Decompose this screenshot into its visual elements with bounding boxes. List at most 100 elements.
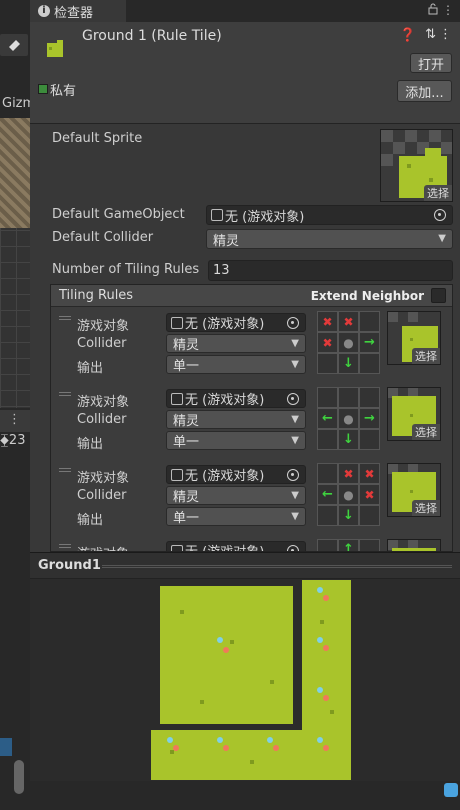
this-arrow-icon[interactable]: → — [359, 332, 380, 353]
tab-bar: i 检查器 ⋮ — [30, 0, 460, 22]
tiling-rule-2[interactable]: 游戏对象 无 (游戏对象) Collider 精灵 ▼ 输出 单一 ▼ ← ● → ↓ 选择 — [51, 385, 452, 461]
gameobject-icon — [171, 544, 183, 551]
not-this-icon[interactable]: ✖ — [338, 311, 359, 332]
default-collider-dropdown[interactable]: 精灵 ▼ — [206, 229, 453, 249]
eraser-icon — [9, 40, 20, 51]
help-icon[interactable]: ❓ — [400, 28, 416, 43]
not-this-icon[interactable]: ✖ — [317, 311, 338, 332]
scene-tilemap-texture — [0, 118, 30, 228]
neighbor-cell[interactable] — [317, 353, 338, 374]
rule-sprite-field[interactable] — [387, 539, 441, 551]
reorder-handle-icon[interactable] — [59, 468, 71, 472]
rule-collider-label: Collider — [77, 336, 127, 351]
rule-output-dropdown[interactable]: 单一 ▼ — [166, 355, 306, 374]
neighbor-cell[interactable] — [359, 539, 380, 551]
this-arrow-icon[interactable]: ↓ — [338, 429, 359, 450]
tab-menu-icon[interactable]: ⋮ — [442, 3, 454, 17]
rule-output-dropdown[interactable]: 单一 ▼ — [166, 431, 306, 450]
rule-sprite-field[interactable]: 选择 — [387, 463, 441, 517]
drag-handle[interactable] — [102, 565, 452, 568]
object-picker-icon[interactable] — [287, 469, 299, 481]
neighbor-rule-grid[interactable]: ↑ — [317, 539, 380, 551]
not-this-icon[interactable]: ✖ — [317, 332, 338, 353]
object-picker-icon[interactable] — [287, 545, 299, 551]
num-tiling-rules-input[interactable]: 13 — [208, 260, 453, 281]
preview-header[interactable]: Ground1 — [30, 553, 460, 579]
center-cell-icon[interactable]: ● — [338, 484, 359, 505]
not-this-icon[interactable]: ✖ — [338, 463, 359, 484]
neighbor-rule-grid[interactable]: ← ● → ↓ — [317, 387, 380, 450]
more-options-icon[interactable]: ⋮ — [8, 412, 21, 427]
rule-collider-dropdown[interactable]: 精灵 ▼ — [166, 334, 306, 353]
scene-tool-button[interactable] — [0, 34, 28, 56]
rule-collider-dropdown[interactable]: 精灵 ▼ — [166, 486, 306, 505]
object-picker-icon[interactable] — [287, 393, 299, 405]
rule-gameobject-field[interactable]: 无 (游戏对象) — [166, 313, 306, 332]
this-arrow-icon[interactable]: ↑ — [338, 539, 359, 551]
rule-gameobject-field[interactable]: 无 (游戏对象) — [166, 465, 306, 484]
scene-viewport[interactable] — [0, 118, 30, 408]
chevron-down-icon: ▼ — [438, 233, 446, 244]
extend-neighbor-checkbox[interactable] — [431, 288, 446, 303]
not-this-icon[interactable]: ✖ — [359, 484, 380, 505]
neighbor-cell[interactable] — [317, 539, 338, 551]
choose-sprite-button[interactable]: 选择 — [412, 424, 440, 440]
this-arrow-icon[interactable]: ↓ — [338, 353, 359, 374]
default-gameobject-field[interactable]: 无 (游戏对象) — [206, 205, 453, 225]
tiling-rules-panel: Tiling Rules Extend Neighbor 游戏对象无 (游戏对象… — [50, 284, 453, 552]
default-gameobject-label: Default GameObject — [52, 207, 185, 222]
neighbor-cell[interactable] — [359, 353, 380, 374]
neighbor-cell[interactable] — [317, 463, 338, 484]
neighbor-cell[interactable] — [317, 387, 338, 408]
this-arrow-icon[interactable]: → — [359, 408, 380, 429]
reorder-handle-icon[interactable] — [59, 544, 71, 548]
tiling-rule-4[interactable]: 游戏对象 无 (游戏对象) ↑ — [51, 537, 452, 551]
neighbor-rule-grid[interactable]: ✖ ✖ ✖ ● → ↓ — [317, 311, 380, 374]
this-arrow-icon[interactable]: ↓ — [338, 505, 359, 526]
choose-sprite-button[interactable]: 选择 — [412, 348, 440, 364]
center-cell-icon[interactable]: ● — [338, 332, 359, 353]
rule-collider-dropdown[interactable]: 精灵 ▼ — [166, 410, 306, 429]
rule-output-value: 单一 — [173, 511, 200, 526]
object-picker-icon[interactable] — [434, 209, 446, 221]
neighbor-cell[interactable] — [359, 311, 380, 332]
rule-output-dropdown[interactable]: 单一 ▼ — [166, 507, 306, 526]
neighbor-cell[interactable] — [317, 429, 338, 450]
choose-sprite-button[interactable]: 选择 — [412, 500, 440, 516]
tab-inspector[interactable]: i 检查器 — [30, 0, 126, 22]
rule-gameobject-field[interactable]: 无 (游戏对象) — [166, 541, 306, 551]
neighbor-cell[interactable] — [338, 387, 359, 408]
tiling-rule-1[interactable]: 游戏对象 无 (游戏对象) Collider 精灵 ▼ 输出 单一 ▼ ✖ ✖ ✖ ● → ↓ 选择 — [51, 309, 452, 385]
rule-sprite-field[interactable]: 选择 — [387, 311, 441, 365]
neighbor-cell[interactable] — [359, 505, 380, 526]
rule-tile-icon — [47, 40, 63, 57]
reorder-handle-icon[interactable] — [59, 392, 71, 396]
default-sprite-field[interactable]: 选择 — [380, 129, 453, 202]
preset-icon[interactable]: ⇅ — [425, 27, 436, 42]
rule-output-label: 输出 — [77, 437, 104, 452]
component-menu-icon[interactable]: ⋮ — [439, 27, 452, 42]
lock-icon[interactable] — [428, 3, 438, 18]
reorder-handle-icon[interactable] — [59, 316, 71, 320]
selected-row-highlight[interactable] — [0, 738, 12, 756]
choose-sprite-button[interactable]: 选择 — [424, 185, 452, 201]
neighbor-cell[interactable] — [317, 505, 338, 526]
private-checkbox[interactable] — [38, 84, 48, 94]
this-arrow-icon[interactable]: ← — [317, 484, 338, 505]
object-picker-icon[interactable] — [287, 317, 299, 329]
scene-view-strip: Gizm ⋮ ⧱23 — [0, 0, 30, 810]
scrollbar-handle[interactable] — [14, 760, 24, 794]
add-button[interactable]: 添加... — [397, 80, 452, 102]
open-button[interactable]: 打开 — [410, 53, 452, 73]
tiling-rule-3[interactable]: 游戏对象无 (游戏对象) Collider 精灵 ▼ 输出 单一 ▼ ✖ ✖ ← ● ✖ ↓ 选择 — [51, 461, 452, 537]
neighbor-cell[interactable] — [359, 429, 380, 450]
rule-gameobject-field[interactable]: 无 (游戏对象) — [166, 389, 306, 408]
this-arrow-icon[interactable]: ← — [317, 408, 338, 429]
rule-sprite-field[interactable]: 选择 — [387, 387, 441, 441]
neighbor-cell[interactable] — [359, 387, 380, 408]
asset-label-icon[interactable] — [444, 783, 458, 797]
gizmos-label[interactable]: Gizm — [2, 96, 30, 111]
neighbor-rule-grid[interactable]: ✖ ✖ ← ● ✖ ↓ — [317, 463, 380, 526]
not-this-icon[interactable]: ✖ — [359, 463, 380, 484]
center-cell-icon[interactable]: ● — [338, 408, 359, 429]
